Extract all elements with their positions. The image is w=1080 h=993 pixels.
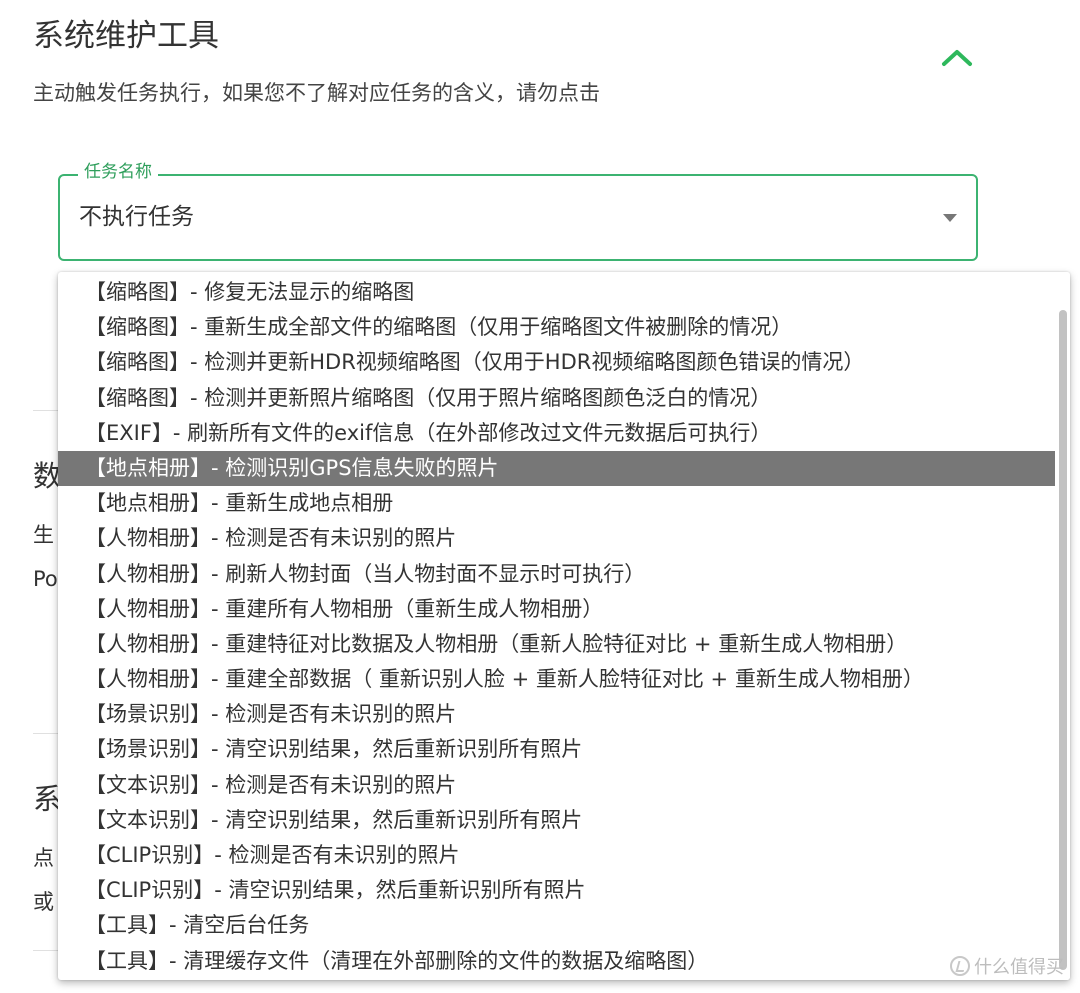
chevron-up-icon xyxy=(942,50,972,66)
menu-item[interactable]: 【人物相册】- 重建全部数据（ 重新识别人脸 + 重新人脸特征对比 + 重新生成… xyxy=(58,662,1055,697)
task-select[interactable] xyxy=(58,174,978,261)
scrollbar-thumb[interactable] xyxy=(1059,310,1067,970)
menu-item[interactable]: 【文本识别】- 检测是否有未识别的照片 xyxy=(58,768,1055,803)
section-text-partial: Po xyxy=(33,567,58,591)
section-text-partial: 生 xyxy=(33,523,54,547)
menu-item[interactable]: 【EXIF】- 刷新所有文件的exif信息（在外部修改过文件元数据后可执行） xyxy=(58,416,1055,451)
menu-item[interactable]: 【工具】- 清空后台任务 xyxy=(58,908,1055,943)
menu-item[interactable]: 【人物相册】- 重建所有人物相册（重新生成人物相册） xyxy=(58,592,1055,627)
task-select-value: 不执行任务 xyxy=(79,204,194,230)
page-title: 系统维护工具 xyxy=(33,18,219,54)
menu-item[interactable]: 【场景识别】- 清空识别结果，然后重新识别所有照片 xyxy=(58,732,1055,767)
menu-item[interactable]: 【工具】- 清理缓存文件（清理在外部删除的文件的数据及缩略图） xyxy=(58,944,1055,979)
menu-item[interactable]: 【CLIP识别】- 检测是否有未识别的照片 xyxy=(58,838,1055,873)
menu-item[interactable]: 【地点相册】- 重新生成地点相册 xyxy=(58,486,1055,521)
menu-item[interactable]: 【场景识别】- 检测是否有未识别的照片 xyxy=(58,697,1055,732)
menu-item[interactable]: 【人物相册】- 检测是否有未识别的照片 xyxy=(58,521,1055,556)
menu-item[interactable]: 【CLIP识别】- 清空识别结果，然后重新识别所有照片 xyxy=(58,873,1055,908)
menu-item[interactable]: 【人物相册】- 刷新人物封面（当人物封面不显示时可执行） xyxy=(58,557,1055,592)
task-select-label: 任务名称 xyxy=(78,161,158,183)
menu-item[interactable]: 【缩略图】- 修复无法显示的缩略图 xyxy=(58,275,1055,310)
page-description: 主动触发任务执行，如果您不了解对应任务的含义，请勿点击 xyxy=(33,81,600,105)
menu-item[interactable]: 【文本识别】- 清空识别结果，然后重新识别所有照片 xyxy=(58,803,1055,838)
menu-list: 【缩略图】- 修复无法显示的缩略图 【缩略图】- 重新生成全部文件的缩略图（仅用于… xyxy=(58,275,1055,979)
menu-item[interactable]: 【缩略图】- 检测并更新照片缩略图（仅用于照片缩略图颜色泛白的情况） xyxy=(58,381,1055,416)
watermark-text: 什么值得买 xyxy=(974,957,1064,978)
section-text-partial: 或 xyxy=(33,890,54,914)
menu-item[interactable]: 【缩略图】- 重新生成全部文件的缩略图（仅用于缩略图文件被删除的情况） xyxy=(58,310,1055,345)
dropdown-arrow-icon[interactable] xyxy=(940,212,960,224)
watermark-logo-icon xyxy=(950,956,970,976)
menu-item[interactable]: 【地点相册】- 检测识别GPS信息失败的照片 xyxy=(58,450,1055,487)
section-text-partial: 点 xyxy=(33,846,54,870)
watermark: 什么值得买 xyxy=(950,956,1064,980)
menu-item[interactable]: 【人物相册】- 重建特征对比数据及人物相册（重新人脸特征对比 + 重新生成人物相… xyxy=(58,627,1055,662)
task-dropdown-menu[interactable]: 【缩略图】- 修复无法显示的缩略图 【缩略图】- 重新生成全部文件的缩略图（仅用于… xyxy=(58,272,1070,980)
menu-item[interactable]: 【缩略图】- 检测并更新HDR视频缩略图（仅用于HDR视频缩略图颜色错误的情况） xyxy=(58,345,1055,380)
collapse-button[interactable] xyxy=(938,42,976,74)
